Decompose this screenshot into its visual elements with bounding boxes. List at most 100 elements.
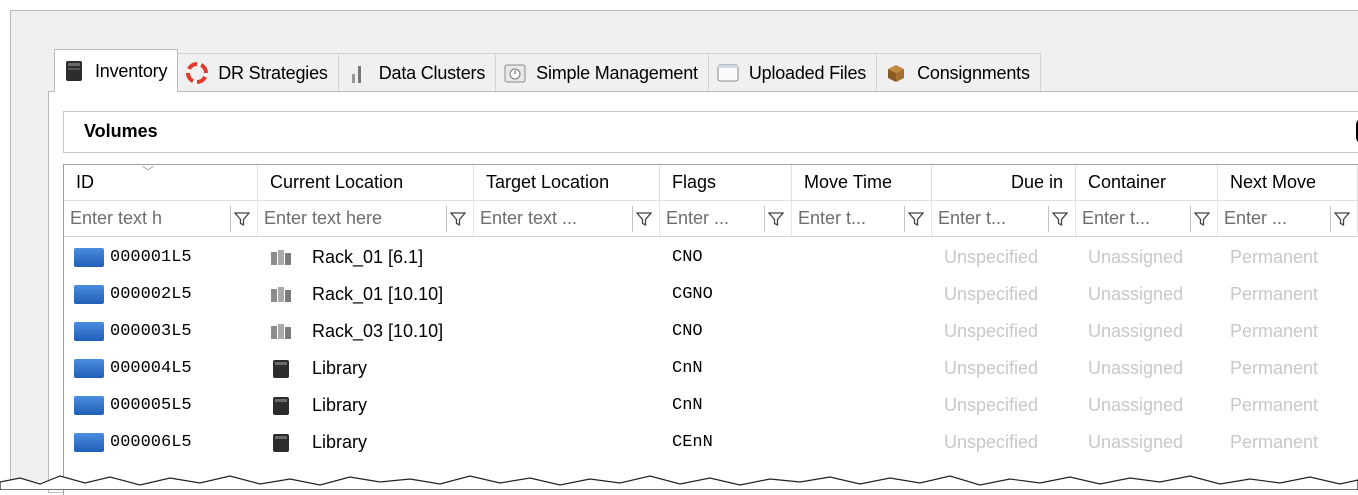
section-title: Volumes [84, 121, 158, 141]
cell-flags: CNO [672, 248, 703, 267]
column-header-target-location[interactable]: Target Location [474, 165, 660, 201]
column-header-due-in[interactable]: Due in [932, 165, 1076, 201]
filter-cell-due-in [932, 201, 1076, 237]
cell-due-in: Unspecified [944, 321, 1039, 341]
tab-inventory[interactable]: Inventory [54, 49, 179, 92]
volume-id: 000001L5 [110, 248, 192, 267]
table-row[interactable]: 000005L5 Library CnN Unspecified Unassig… [64, 387, 1358, 424]
volumes-grid: ID ﹀ Current Location Target Location Fl… [63, 164, 1358, 495]
filter-row [64, 201, 1358, 237]
column-label: ID [76, 172, 94, 192]
cell-next-move: Permanent [1230, 432, 1319, 452]
cell-id: 000003L5 [64, 322, 258, 341]
table-row[interactable]: 000006L5 Library CEnN Unspecified Unassi… [64, 424, 1358, 461]
tab-data-clusters[interactable]: Data Clusters [337, 53, 497, 92]
location-text: Library [312, 395, 368, 415]
column-label: Due in [1010, 172, 1063, 192]
cell-container: Unassigned [1088, 284, 1184, 304]
tab-simple-management[interactable]: Simple Management [495, 53, 709, 92]
tape-icon [74, 359, 104, 378]
table-row[interactable]: 000001L5 Rack_01 [6.1] CNO Unspecified U… [64, 239, 1358, 276]
cell-flags: CnN [672, 396, 703, 415]
column-label: Next Move [1230, 172, 1317, 192]
cell-due-in: Unspecified [944, 247, 1039, 267]
filter-icon[interactable] [1190, 205, 1213, 232]
cell-next-move: Permanent [1230, 247, 1319, 267]
filter-input-container[interactable] [1082, 205, 1190, 232]
filter-input-id[interactable] [70, 205, 230, 232]
filter-icon[interactable] [1330, 205, 1353, 232]
cell-next-move: Permanent [1230, 284, 1319, 304]
cell-container: Unassigned [1088, 247, 1184, 267]
cell-container: Unassigned [1088, 321, 1184, 341]
column-label: Target Location [486, 172, 610, 192]
column-header-next-move[interactable]: Next Move [1218, 165, 1358, 201]
cell-current-location: Library [258, 432, 474, 454]
filter-cell-current-location [258, 201, 474, 237]
cell-current-location: Rack_01 [6.1] [258, 247, 474, 269]
filter-input-flags[interactable] [666, 205, 764, 232]
table-row[interactable]: 000002L5 Rack_01 [10.10] CGNO Unspecifie… [64, 276, 1358, 313]
tab-strip: Inventory DR Strategies Data Clusters Si… [54, 49, 1041, 92]
lifebuoy-icon [186, 62, 209, 84]
cell-due-in: Unspecified [944, 358, 1039, 378]
location-text: Rack_01 [6.1] [312, 247, 424, 267]
filter-cell-id [64, 201, 258, 237]
volume-rows: 000001L5 Rack_01 [6.1] CNO Unspecified U… [64, 239, 1358, 461]
filter-icon[interactable] [764, 205, 787, 232]
table-row[interactable]: 000003L5 Rack_03 [10.10] CNO Unspecified… [64, 313, 1358, 350]
filter-icon[interactable] [230, 205, 253, 232]
filter-icon[interactable] [632, 205, 655, 232]
volume-id: 000005L5 [110, 396, 192, 415]
clusters-icon [347, 62, 369, 84]
library-icon [63, 60, 85, 82]
cell-due-in: Unspecified [944, 395, 1039, 415]
library-icon [270, 358, 292, 380]
cell-next-move: Permanent [1230, 395, 1319, 415]
filter-cell-container [1076, 201, 1218, 237]
volume-id: 000002L5 [110, 285, 192, 304]
volume-id: 000004L5 [110, 359, 192, 378]
tab-content-panel: Volumes ID ﹀ Current Location Target Loc… [48, 91, 1358, 495]
filter-cell-move-time [792, 201, 932, 237]
tab-label: Consignments [917, 62, 1030, 83]
column-header-current-location[interactable]: Current Location [258, 165, 474, 201]
volumes-section-header: Volumes [63, 111, 1358, 153]
tape-icon [74, 322, 104, 341]
location-text: Rack_01 [10.10] [312, 284, 444, 304]
box-icon [885, 62, 907, 84]
column-label: Current Location [270, 172, 404, 192]
tape-icon [74, 433, 104, 452]
filter-input-due-in[interactable] [938, 205, 1048, 232]
filter-input-next-move[interactable] [1224, 205, 1330, 232]
filter-icon[interactable] [904, 205, 927, 232]
column-label: Flags [672, 172, 717, 192]
volume-id: 000006L5 [110, 433, 192, 452]
cell-id: 000006L5 [64, 433, 258, 452]
tape-icon [74, 248, 104, 267]
filter-cell-target-location [474, 201, 660, 237]
library-icon [270, 395, 292, 417]
cell-next-move: Permanent [1230, 358, 1319, 378]
tab-label: Inventory [95, 60, 168, 81]
filter-input-current-location[interactable] [264, 205, 446, 232]
filter-icon[interactable] [446, 205, 469, 232]
filter-icon[interactable] [1048, 205, 1071, 232]
tab-uploaded-files[interactable]: Uploaded Files [707, 53, 878, 92]
cell-flags: CnN [672, 359, 703, 378]
column-header-flags[interactable]: Flags [660, 165, 792, 201]
column-header-move-time[interactable]: Move Time [792, 165, 932, 201]
cell-flags: CNO [672, 322, 703, 341]
table-row[interactable]: 000004L5 Library CnN Unspecified Unassig… [64, 350, 1358, 387]
volume-id: 000003L5 [110, 322, 192, 341]
column-header-container[interactable]: Container [1076, 165, 1218, 201]
tab-label: Uploaded Files [748, 62, 867, 83]
cell-current-location: Library [258, 358, 474, 380]
column-header-id[interactable]: ID ﹀ [64, 165, 258, 201]
filter-input-target-location[interactable] [480, 205, 632, 232]
filter-input-move-time[interactable] [798, 205, 904, 232]
tab-label: DR Strategies [218, 62, 328, 83]
tab-consignments[interactable]: Consignments [876, 53, 1041, 92]
location-text: Rack_03 [10.10] [312, 321, 444, 341]
tab-dr-strategies[interactable]: DR Strategies [177, 53, 339, 92]
